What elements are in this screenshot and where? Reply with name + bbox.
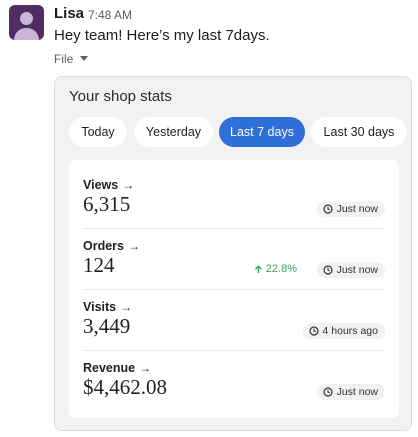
stat-label: Revenue [83, 361, 136, 375]
stat-label: Orders [83, 239, 124, 253]
stat-visits[interactable]: Visits → 3,449 4 hours ago [83, 300, 385, 361]
stat-label: Views [83, 178, 119, 192]
stat-label: Visits [83, 300, 117, 314]
stat-label-link[interactable]: Views → [83, 178, 134, 192]
divider [83, 350, 385, 351]
arrow-right-icon: → [120, 300, 133, 314]
stat-value: 124 [83, 253, 115, 277]
chevron-down-icon [80, 56, 89, 61]
updated-text: Just now [336, 264, 378, 276]
trend-indicator: 22.8% [254, 263, 297, 275]
tab-last-30-days[interactable]: Last 30 days [311, 117, 407, 147]
stats-panel: Views → 6,315 Just now Orders → 124 22.8… [69, 160, 399, 418]
avatar-head [20, 12, 33, 25]
updated-text: Just now [336, 203, 378, 215]
arrow-right-icon: → [122, 178, 135, 192]
clock-icon [322, 265, 333, 275]
stat-label-link[interactable]: Revenue → [83, 361, 151, 375]
avatar-body [14, 28, 39, 40]
message-text: Hey team! Here’s my last 7days. [54, 27, 270, 44]
clock-icon [322, 204, 333, 214]
message-time[interactable]: 7:48 AM [88, 8, 132, 22]
stat-revenue[interactable]: Revenue → $4,462.08 Just now [83, 361, 385, 422]
updated-badge: 4 hours ago [302, 323, 385, 339]
shop-stats-card: Your shop stats Today Yesterday Last 7 d… [54, 76, 412, 431]
arrow-right-icon: → [139, 361, 152, 375]
file-label: File [54, 52, 74, 66]
divider [83, 228, 385, 229]
divider [83, 289, 385, 290]
sender-name[interactable]: Lisa [54, 5, 84, 22]
card-title: Your shop stats [69, 88, 172, 105]
stat-value: $4,462.08 [83, 375, 167, 399]
stat-value: 6,315 [83, 192, 131, 216]
stat-label-link[interactable]: Visits → [83, 300, 132, 314]
stat-orders[interactable]: Orders → 124 22.8% Just now [83, 239, 385, 300]
file-menu[interactable]: File [54, 52, 89, 66]
trend-value: 22.8% [265, 263, 297, 275]
clock-icon [308, 326, 319, 336]
tab-yesterday[interactable]: Yesterday [134, 117, 213, 147]
updated-text: Just now [336, 386, 378, 398]
stat-value: 3,449 [83, 314, 131, 338]
updated-badge: Just now [316, 262, 385, 278]
clock-icon [322, 387, 333, 397]
updated-text: 4 hours ago [322, 325, 378, 337]
arrow-right-icon: → [128, 239, 140, 253]
stat-views[interactable]: Views → 6,315 Just now [83, 178, 385, 239]
updated-badge: Just now [316, 201, 385, 217]
arrow-up-icon [254, 264, 262, 273]
tab-today[interactable]: Today [69, 117, 127, 147]
tab-last-7-days[interactable]: Last 7 days [219, 117, 305, 147]
avatar[interactable] [9, 5, 44, 40]
updated-badge: Just now [316, 384, 385, 400]
stat-label-link[interactable]: Orders → [83, 239, 140, 253]
